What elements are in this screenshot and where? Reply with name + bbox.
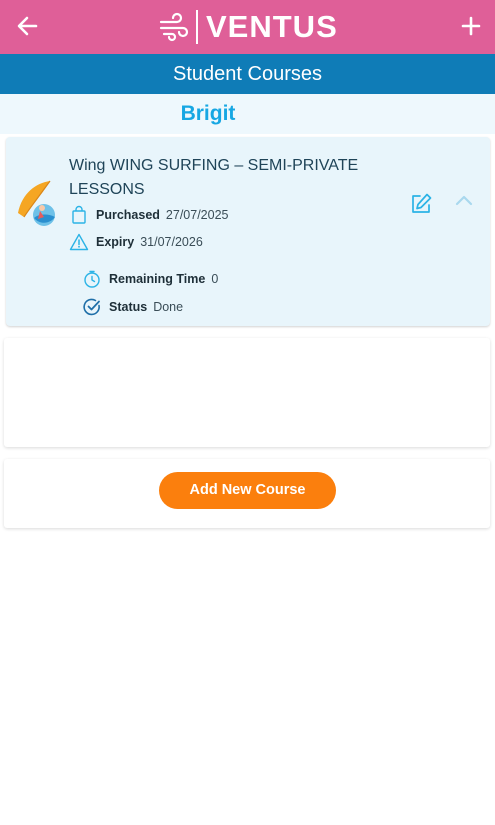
chevron-up-icon[interactable] [455, 193, 473, 207]
course-card[interactable]: Wing WING SURFING – SEMI-PRIVATE LESSONS… [6, 137, 490, 326]
stopwatch-icon [84, 270, 100, 288]
logo-divider [196, 10, 198, 44]
remaining-time-row: Remaining Time 0 [82, 269, 218, 289]
course-title: Wing WING SURFING – SEMI-PRIVATE LESSONS [69, 157, 359, 198]
page-title: Student Courses [0, 54, 495, 94]
student-bar: Brigit [0, 94, 495, 134]
edit-icon[interactable] [408, 191, 434, 217]
purchased-value: 27/07/2025 [165, 208, 229, 222]
add-new-course-button[interactable]: Add New Course [159, 472, 336, 509]
warning-icon [69, 233, 89, 251]
expiry-value: 31/07/2026 [140, 235, 203, 249]
expiry-label: Expiry [96, 235, 135, 249]
app-header: VENTUS [0, 0, 495, 54]
plus-icon[interactable] [457, 12, 485, 40]
check-circle-icon [83, 298, 100, 316]
purchased-label: Purchased [96, 208, 160, 222]
status-value: Done [153, 300, 184, 314]
brand-name: VENTUS [206, 9, 338, 44]
status-label: Status [109, 300, 148, 314]
wing-surfing-icon [18, 180, 55, 226]
shopping-bag-icon [72, 205, 86, 224]
app-logo: VENTUS [158, 8, 338, 46]
status-row: Status Done [82, 297, 183, 317]
remaining-time-value: 0 [211, 272, 219, 286]
remaining-time-label: Remaining Time [109, 272, 206, 286]
add-course-panel: Add New Course [4, 459, 490, 528]
arrow-left-icon[interactable] [14, 12, 42, 40]
expiry-row: Expiry 31/07/2026 [69, 232, 203, 252]
purchased-row: Purchased 27/07/2025 [69, 205, 228, 225]
student-name: Brigit [180, 102, 236, 125]
wind-icon [159, 12, 189, 42]
empty-course-panel [4, 338, 490, 447]
